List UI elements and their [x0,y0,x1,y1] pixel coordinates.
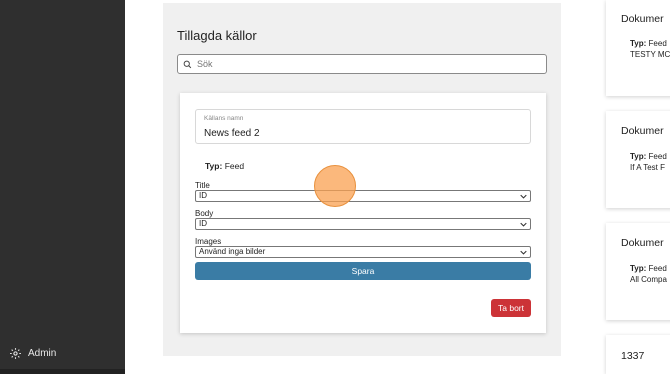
source-card: Källans namn News feed 2 Typ: Feed Title… [180,93,546,333]
save-button[interactable]: Spara [195,262,531,280]
document-card-type-label: Typ: [630,152,647,161]
body-field-label: Body [195,209,214,218]
document-card-type: Typ: Feed [630,264,667,273]
document-card-desc: All Compa [630,275,667,284]
title-field-label: Title [195,181,210,190]
document-card-type: Typ: Feed [630,152,667,161]
search-box[interactable] [177,54,547,74]
document-card-desc: TESTY MC [630,50,670,59]
source-name-field[interactable]: Källans namn News feed 2 [195,109,531,144]
delete-button[interactable]: Ta bort [491,299,531,317]
type-label: Typ: [205,161,223,171]
source-name-value[interactable]: News feed 2 [204,128,260,139]
document-card-type-label: Typ: [630,264,647,273]
click-indicator [314,165,356,207]
admin-label: Admin [28,348,57,359]
source-type: Typ: Feed [205,161,244,171]
document-card-type-label: Typ: [630,39,647,48]
title-select-value: ID [199,191,207,200]
title-select[interactable]: ID [195,190,531,202]
document-card[interactable]: 1337 [606,335,670,374]
chevron-down-icon [520,222,527,227]
images-select[interactable]: Använd inga bilder [195,246,531,258]
body-select-value: ID [199,219,207,228]
sidebar-bottom-bar [0,369,125,374]
document-card[interactable]: Dokumer Typ: Feed TESTY MC [606,0,670,96]
source-name-label: Källans namn [204,115,244,122]
document-card-type-value: Feed [648,39,667,48]
body-select[interactable]: ID [195,218,531,230]
document-card[interactable]: Dokumer Typ: Feed If A Test F [606,111,670,208]
document-card-type-value: Feed [648,264,667,273]
type-value: Feed [224,161,245,171]
images-select-value: Använd inga bilder [199,247,266,256]
search-icon [183,60,192,68]
admin-link[interactable]: Admin [9,347,56,360]
document-card-desc: If A Test F [630,163,665,172]
document-card-title: Dokumer [621,125,664,137]
added-sources-panel: Tillagda källor Källans namn News feed 2… [163,3,561,356]
document-card-title: Dokumer [621,237,664,249]
app-root: Admin Tillagda källor Källans namn News … [0,0,670,374]
chevron-down-icon [520,194,527,199]
document-card-title: 1337 [621,350,645,362]
document-card-type-value: Feed [648,152,667,161]
document-card-title: Dokumer [621,13,664,25]
page-title: Tillagda källor [177,28,257,43]
document-card[interactable]: Dokumer Typ: Feed All Compa [606,223,670,320]
sidebar: Admin [0,0,125,374]
images-field-label: Images [195,237,222,246]
search-input[interactable] [197,59,537,69]
gear-icon [10,348,21,359]
chevron-down-icon [520,250,527,255]
document-card-type: Typ: Feed [630,39,667,48]
